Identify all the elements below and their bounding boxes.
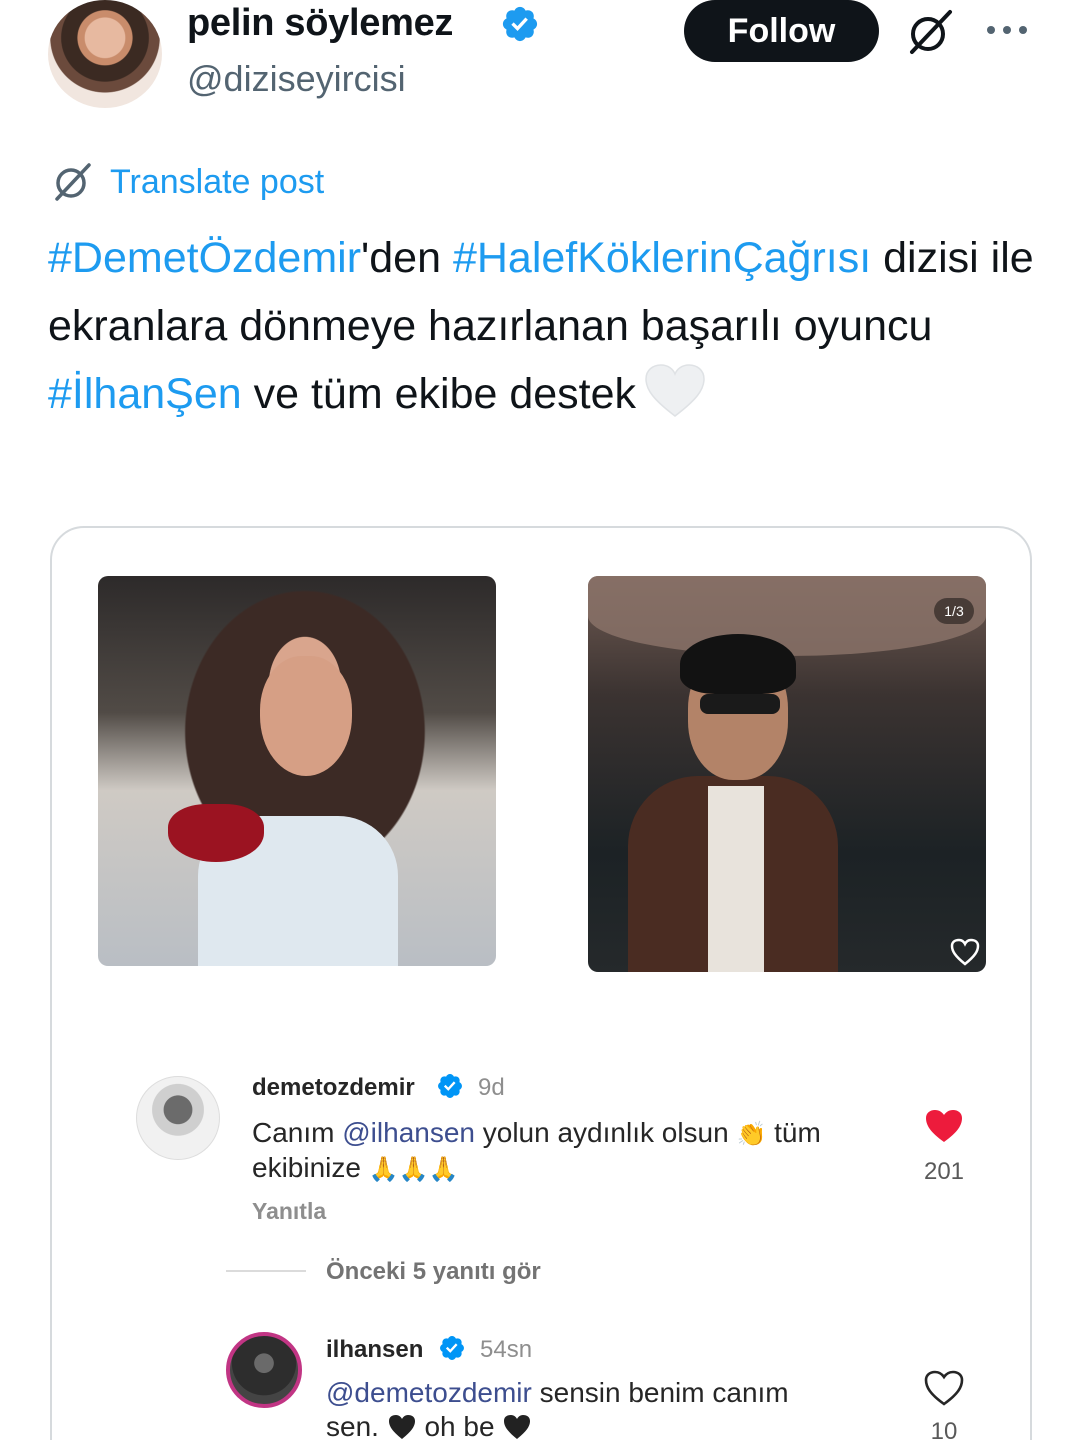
like-count: 201	[923, 1158, 965, 1185]
mention-ilhansen[interactable]: @ilhansen	[342, 1117, 475, 1148]
translate-post-label: Translate post	[110, 162, 325, 201]
comment-time: 9d	[478, 1074, 505, 1101]
photo-detail-hair	[680, 634, 796, 694]
author-avatar[interactable]	[48, 0, 162, 108]
comment-time: 54sn	[480, 1336, 533, 1363]
photo-detail-face	[260, 656, 352, 776]
mention-demetozdemir[interactable]: @demetozdemir	[326, 1377, 532, 1408]
comment-text-part: yolun aydınlık olsun	[474, 1117, 729, 1148]
comment-text-part: Canım	[252, 1117, 343, 1148]
reply-button[interactable]: Yanıtla	[252, 1198, 326, 1225]
grok-icon[interactable]	[904, 6, 956, 58]
comment-text-part: oh be	[416, 1411, 503, 1440]
like-heart-outline-icon[interactable]	[924, 1370, 964, 1406]
verified-badge-icon	[502, 6, 538, 42]
photo-detail-shirt	[708, 786, 764, 972]
comment-avatar-demetozdemir[interactable]	[136, 1076, 220, 1160]
more-options-icon[interactable]	[984, 20, 1030, 40]
comment-username[interactable]: ilhansen	[326, 1336, 423, 1364]
clapping-hands-emoji-icon: 👏	[736, 1120, 767, 1148]
comment-username[interactable]: demetozdemir	[252, 1074, 415, 1102]
white-heart-emoji-icon	[645, 364, 705, 417]
view-previous-replies-button[interactable]: Önceki 5 yanıtı gör	[326, 1258, 541, 1286]
grok-translate-icon	[55, 163, 91, 201]
photo-demet-ozdemir[interactable]	[98, 576, 496, 966]
liked-heart-icon[interactable]	[924, 1108, 964, 1144]
like-count: 10	[930, 1418, 958, 1440]
hashtag-halefkoklerincagrisi[interactable]: #HalefKöklerinÇağrısı	[453, 234, 871, 282]
hashtag-demetozdemir[interactable]: #DemetÖzdemir	[48, 234, 361, 282]
translate-post-link[interactable]: Translate post	[50, 160, 324, 204]
verified-badge-icon	[438, 1074, 462, 1098]
comment-text: @demetozdemir sensin benim canım sen. oh …	[326, 1376, 906, 1440]
verified-badge-icon	[440, 1336, 464, 1360]
photo-detail-arch	[588, 576, 986, 656]
comment-text-part: sensin benim canım	[531, 1377, 789, 1408]
black-heart-emoji-icon	[504, 1415, 531, 1439]
replies-divider	[226, 1270, 306, 1272]
post-text-part: ve tüm ekibe destek	[241, 370, 637, 418]
author-name[interactable]: pelin söylemez	[187, 2, 453, 45]
photo-detail-sunglasses	[700, 694, 780, 714]
praying-hands-emoji-icon: 🙏🙏🙏	[368, 1155, 459, 1183]
like-heart-outline-icon[interactable]	[950, 938, 980, 966]
black-heart-emoji-icon	[388, 1415, 415, 1439]
comment-text-part: sen.	[326, 1411, 387, 1440]
post-text-part: 'den	[361, 234, 453, 282]
comment-text: Canım @ilhansen yolun aydınlık olsun 👏 t…	[252, 1116, 892, 1186]
hashtag-ilhansen[interactable]: #İlhanŞen	[48, 370, 242, 418]
follow-button[interactable]: Follow	[684, 0, 879, 62]
comment-avatar-ilhansen[interactable]	[226, 1332, 302, 1408]
carousel-counter-badge: 1/3	[934, 598, 974, 624]
media-card[interactable]: 1/3 demetozdemir 9d Canım @ilhansen yolu…	[50, 526, 1032, 1440]
photo-ilhan-sen[interactable]: 1/3	[588, 576, 986, 972]
post-text: #DemetÖzdemir'den #HalefKöklerinÇağrısı …	[48, 224, 1038, 428]
author-handle[interactable]: @diziseyircisi	[187, 58, 406, 100]
photo-detail-red-bow	[168, 804, 264, 862]
